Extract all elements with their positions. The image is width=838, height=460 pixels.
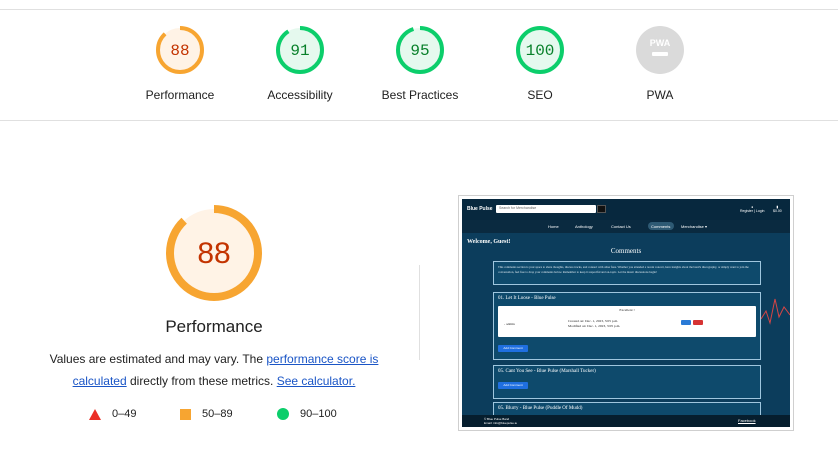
section-divider <box>0 120 838 121</box>
gauge-label: PWA <box>646 88 674 102</box>
desc-middle: directly from these metrics. <box>126 374 277 388</box>
bag-total: $0.00 <box>773 209 782 213</box>
screenshot-page: Blue Pulse Search for Merchandise ● Regis… <box>462 199 790 427</box>
user-icon: ● Register | Login <box>740 205 765 213</box>
nav-anthology: Anthology <box>575 224 593 229</box>
gauge-accessibility[interactable]: 91 Accessibility <box>240 24 360 102</box>
gauge-ring: 100 <box>516 26 564 74</box>
comment-thread: 01. Let It Loose - Blue Pulse Excellent … <box>493 292 761 360</box>
site-brand: Blue Pulse <box>467 206 493 212</box>
comment-dates: Created on: Dec. 1, 2023, 3:05 p.m. Modif… <box>568 319 620 329</box>
performance-score: 88 <box>197 237 230 270</box>
performance-description: Values are estimated and may vary. The p… <box>34 348 394 392</box>
comment-author: - admin <box>504 322 515 326</box>
performance-title: Performance <box>165 317 263 336</box>
legend-average: 50–89 <box>180 408 233 420</box>
nav-contact: Contact Us <box>611 224 631 229</box>
legend-fail: 0–49 <box>89 408 136 420</box>
search-placeholder: Search for Merchandise <box>499 206 537 210</box>
account-label: Register | Login <box>740 209 765 213</box>
edit-button <box>681 320 691 325</box>
comment-created: Created on: Dec. 1, 2023, 3:05 p.m. <box>568 319 619 323</box>
legend-range: 0–49 <box>112 408 137 420</box>
nav-comments: Comments <box>651 224 671 229</box>
add-comment-button: Add Comment <box>498 382 528 389</box>
site-welcome: Welcome, Guest! <box>467 239 511 245</box>
gauge-score: 91 <box>290 42 309 60</box>
thread-title: 01. Let It Loose - Blue Pulse <box>498 296 556 301</box>
gauge-ring: 91 <box>276 26 324 74</box>
gauge-ring: 95 <box>396 26 444 74</box>
see-calculator-link[interactable]: See calculator. <box>277 374 356 388</box>
nav-home: Home <box>548 224 559 229</box>
gauge-pwa[interactable]: PWA PWA <box>600 24 720 102</box>
comment-modified: Modified on: Dec. 1, 2023, 3:05 p.m. <box>568 324 621 328</box>
bag-icon: ▮ $0.00 <box>773 205 782 213</box>
footer-left: © Blue Pulse Band Email: info@bluepulse.… <box>484 417 518 425</box>
site-heading: Comments <box>610 247 642 255</box>
site-topbar: Blue Pulse Search for Merchandise ● Regis… <box>462 199 790 220</box>
gauge-best-practices[interactable]: 95 Best Practices <box>360 24 480 102</box>
comment-body: Excellent ! <box>619 308 635 312</box>
desc-prefix: Values are estimated and may vary. The <box>49 352 267 366</box>
legend-range: 50–89 <box>202 408 233 420</box>
gauge-performance[interactable]: 88 Performance <box>120 24 240 102</box>
legend-range: 90–100 <box>300 408 337 420</box>
comment-card: Excellent ! - admin Created on: Dec. 1, … <box>498 306 756 337</box>
site-search-input: Search for Merchandise <box>496 205 596 213</box>
legend-pass: 90–100 <box>277 408 337 420</box>
gauge-label: SEO <box>527 88 553 102</box>
gauge-label: Performance <box>145 88 215 102</box>
site-footer: © Blue Pulse Band Email: info@bluepulse.… <box>462 415 790 427</box>
gauge-score: 88 <box>170 42 189 60</box>
square-icon <box>180 408 191 420</box>
gauge-score: 100 <box>526 42 555 60</box>
performance-gauge: 88 <box>166 205 262 301</box>
circle-icon <box>277 408 289 420</box>
gauge-label: Best Practices <box>381 88 459 102</box>
intro-text: This comments section is your space to s… <box>498 265 749 274</box>
vertical-divider <box>419 265 420 360</box>
triangle-icon <box>89 408 101 420</box>
nav-merchandise: Merchandise ▾ <box>681 224 708 229</box>
thread-title: 05. Cant You See - Blue Pulse (Marshall … <box>498 369 596 374</box>
site-nav: Home Anthology Contact Us Comments Merch… <box>462 220 790 233</box>
facebook-link: Facebook <box>738 418 756 423</box>
comment-thread: 05. Cant You See - Blue Pulse (Marshall … <box>493 365 761 399</box>
decorative-graphic <box>761 298 790 325</box>
delete-button <box>693 320 703 325</box>
search-icon <box>597 205 606 213</box>
svg-text:PWA: PWA <box>650 38 671 48</box>
gauge-ring: 88 <box>156 26 204 74</box>
gauge-seo[interactable]: 100 SEO <box>480 24 600 102</box>
top-divider <box>0 9 838 10</box>
intro-box: This comments section is your space to s… <box>493 261 761 285</box>
category-gauges: 88 Performance 91 Accessibility 95 Best … <box>0 24 838 114</box>
thread-title: 05. Blurry - Blue Pulse (Puddle Of Mudd) <box>498 406 583 411</box>
final-screenshot[interactable]: Blue Pulse Search for Merchandise ● Regis… <box>458 195 794 431</box>
gauge-score: 95 <box>410 42 429 60</box>
gauge-label: Accessibility <box>267 88 333 102</box>
pwa-icon: PWA <box>636 26 684 74</box>
add-comment-button: Add Comment <box>498 345 528 352</box>
